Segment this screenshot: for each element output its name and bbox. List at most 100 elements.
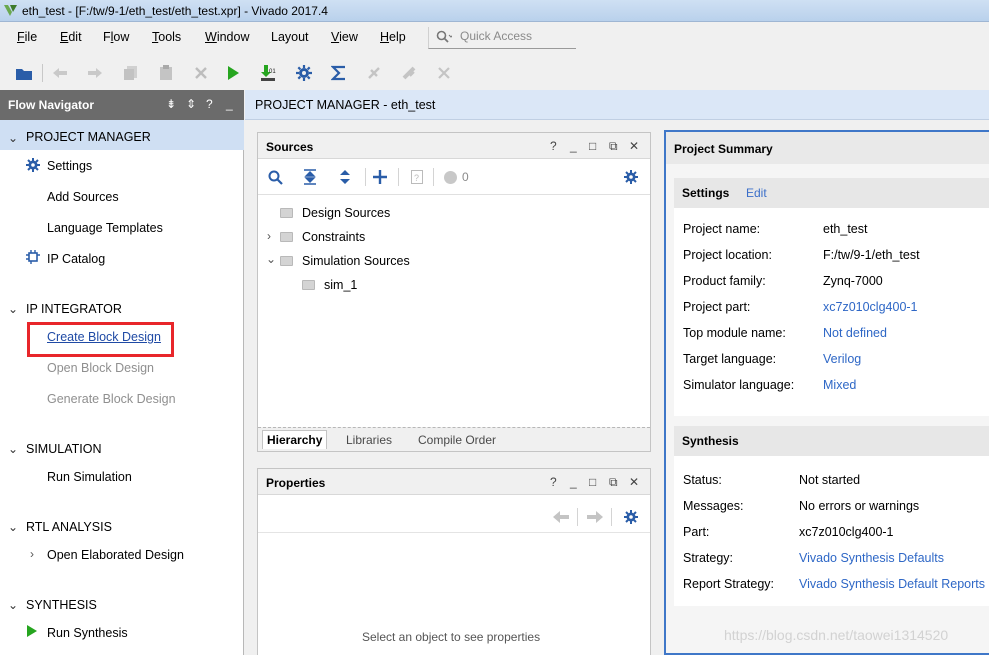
- flow-section-simulation[interactable]: SIMULATION: [26, 442, 101, 456]
- maximize-icon[interactable]: □: [589, 475, 596, 489]
- minimize-icon[interactable]: _: [570, 139, 577, 153]
- project-part-link[interactable]: xc7z010clg400-1: [823, 300, 918, 314]
- summary-key: Product family:: [683, 274, 766, 288]
- flow-navigator-title: Flow Navigator: [8, 98, 95, 112]
- help-icon[interactable]: ?: [550, 475, 557, 489]
- gear-icon[interactable]: [624, 170, 638, 184]
- window-titlebar: eth_test - [F:/tw/9-1/eth_test/eth_test.…: [0, 0, 989, 22]
- minimize-icon[interactable]: _: [226, 97, 233, 111]
- menu-flow[interactable]: Flow: [103, 30, 129, 44]
- paste-icon[interactable]: [157, 64, 175, 82]
- toolbar-separator: [42, 64, 43, 82]
- tab-hierarchy[interactable]: Hierarchy: [262, 430, 328, 449]
- settings-icon[interactable]: [295, 64, 313, 82]
- copy-icon[interactable]: [122, 64, 140, 82]
- collapse-all-icon[interactable]: [303, 169, 317, 185]
- chevron-right-icon[interactable]: ›: [267, 229, 271, 243]
- top-module-link[interactable]: Not defined: [823, 326, 887, 340]
- main-toolbar: 01: [0, 56, 989, 90]
- summary-value: Zynq-7000: [823, 274, 883, 288]
- back-arrow-icon[interactable]: [553, 511, 569, 523]
- tree-item-constraints[interactable]: Constraints: [280, 230, 365, 244]
- summary-value: Not started: [799, 473, 861, 487]
- close-icon[interactable]: ✕: [629, 139, 639, 153]
- redo-icon[interactable]: [86, 64, 104, 82]
- sources-panel-title: Sources: [266, 140, 314, 154]
- chevron-down-icon[interactable]: ⌄: [8, 598, 18, 612]
- document-question-icon[interactable]: ?: [411, 170, 423, 184]
- menu-view[interactable]: View: [331, 30, 358, 44]
- chevron-down-icon[interactable]: ⌄: [8, 442, 18, 456]
- menu-help[interactable]: Help: [380, 30, 406, 44]
- sources-toolbar: ? 0: [258, 159, 650, 195]
- report-strategy-link[interactable]: Vivado Synthesis Default Reports: [799, 577, 985, 591]
- gear-icon[interactable]: [624, 510, 638, 524]
- flow-item-open-block-design[interactable]: Open Block Design: [47, 361, 154, 375]
- menu-tools[interactable]: Tools: [152, 30, 181, 44]
- flow-item-add-sources[interactable]: Add Sources: [47, 190, 119, 204]
- maximize-icon[interactable]: □: [589, 139, 596, 153]
- tree-item-sim-1[interactable]: sim_1: [302, 278, 357, 292]
- collapse-all-icon[interactable]: ⇟: [166, 97, 176, 111]
- undo-icon[interactable]: [51, 64, 69, 82]
- chevron-down-icon[interactable]: ⌄: [8, 131, 18, 145]
- disabled-tool-2-icon[interactable]: [400, 64, 418, 82]
- help-icon[interactable]: ?: [550, 139, 557, 153]
- expand-all-icon[interactable]: ⇕: [186, 97, 196, 111]
- forward-arrow-icon[interactable]: [587, 511, 603, 523]
- flow-item-generate-block-design[interactable]: Generate Block Design: [47, 392, 176, 406]
- program-device-icon[interactable]: 01: [259, 64, 277, 82]
- status-dot-icon: [444, 171, 457, 184]
- run-icon[interactable]: [224, 64, 242, 82]
- delete-icon[interactable]: [192, 64, 210, 82]
- tree-item-design-sources[interactable]: Design Sources: [280, 206, 390, 220]
- search-icon: [436, 30, 452, 43]
- flow-section-rtl-analysis[interactable]: RTL ANALYSIS: [26, 520, 112, 534]
- summary-value: F:/tw/9-1/eth_test: [823, 248, 920, 262]
- flow-item-open-elaborated-design[interactable]: Open Elaborated Design: [47, 548, 184, 562]
- flow-section-synthesis[interactable]: SYNTHESIS: [26, 598, 97, 612]
- menu-file[interactable]: File: [17, 30, 37, 44]
- flow-item-language-templates[interactable]: Language Templates: [47, 221, 163, 235]
- add-icon[interactable]: [373, 170, 387, 184]
- tab-libraries[interactable]: Libraries: [346, 433, 392, 447]
- close-icon[interactable]: ✕: [629, 475, 639, 489]
- properties-panel-header: Properties ? _ □ ⧉ ✕: [258, 469, 650, 495]
- chevron-down-icon[interactable]: ⌄: [266, 252, 276, 266]
- tab-compile-order[interactable]: Compile Order: [418, 433, 496, 447]
- chevron-right-icon[interactable]: ›: [30, 547, 34, 561]
- sigma-icon[interactable]: [330, 64, 348, 82]
- minimize-icon[interactable]: _: [570, 475, 577, 489]
- flow-item-run-simulation[interactable]: Run Simulation: [47, 470, 132, 484]
- project-manager-workarea: Sources ? _ □ ⧉ ✕ ? 0 Design Sources › C…: [245, 120, 989, 655]
- expand-all-icon[interactable]: [338, 169, 352, 185]
- open-folder-icon[interactable]: [15, 64, 33, 82]
- search-icon[interactable]: [268, 170, 284, 186]
- chevron-down-icon[interactable]: ⌄: [8, 302, 18, 316]
- float-icon[interactable]: ⧉: [609, 139, 618, 154]
- menu-layout[interactable]: Layout: [271, 30, 309, 44]
- flow-section-ip-integrator[interactable]: IP INTEGRATOR: [26, 302, 122, 316]
- menu-window[interactable]: Window: [205, 30, 249, 44]
- disabled-tool-1-icon[interactable]: [365, 64, 383, 82]
- toolbar-separator: [611, 508, 612, 526]
- float-icon[interactable]: ⧉: [609, 475, 618, 490]
- chevron-down-icon[interactable]: ⌄: [8, 520, 18, 534]
- flow-item-ip-catalog[interactable]: IP Catalog: [47, 252, 105, 266]
- settings-edit-link[interactable]: Edit: [746, 186, 767, 200]
- menu-edit[interactable]: Edit: [60, 30, 82, 44]
- help-icon[interactable]: ?: [206, 97, 213, 111]
- flow-section-project-manager[interactable]: PROJECT MANAGER: [26, 130, 151, 144]
- disabled-tool-3-icon[interactable]: [435, 64, 453, 82]
- properties-panel: Properties ? _ □ ⧉ ✕ Select an object to…: [257, 468, 651, 655]
- tree-item-simulation-sources[interactable]: Simulation Sources: [280, 254, 410, 268]
- summary-key: Status:: [683, 473, 722, 487]
- target-language-link[interactable]: Verilog: [823, 352, 861, 366]
- vivado-logo-icon: [4, 5, 17, 16]
- flow-item-settings[interactable]: Settings: [47, 159, 92, 173]
- simulator-language-link[interactable]: Mixed: [823, 378, 856, 392]
- flow-item-run-synthesis[interactable]: Run Synthesis: [47, 626, 128, 640]
- summary-key: Simulator language:: [683, 378, 795, 392]
- strategy-link[interactable]: Vivado Synthesis Defaults: [799, 551, 944, 565]
- quick-access-search[interactable]: Quick Access: [428, 27, 576, 49]
